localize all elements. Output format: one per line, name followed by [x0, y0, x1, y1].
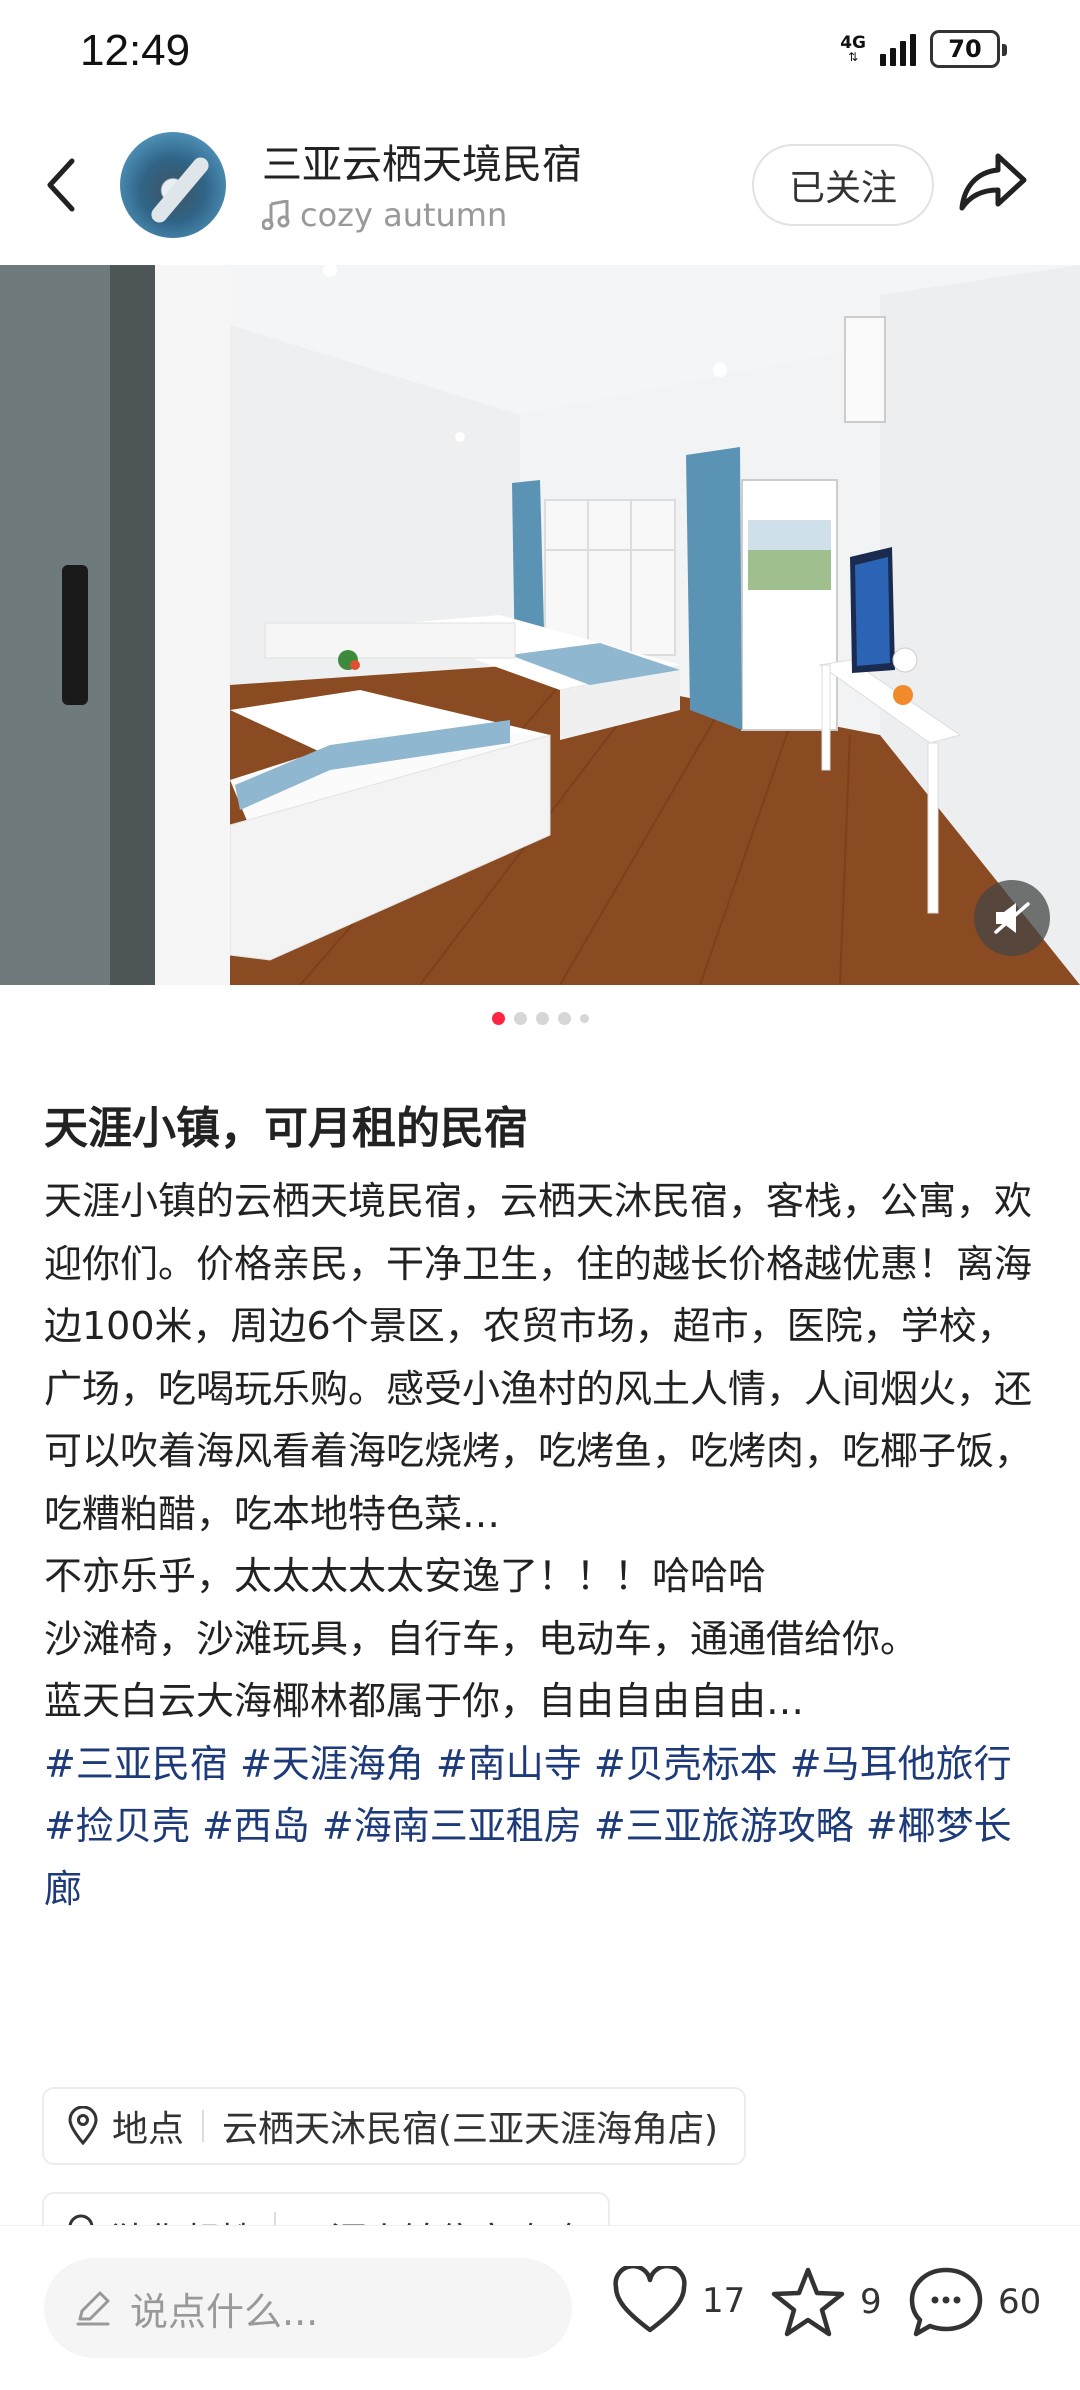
follow-button[interactable]: 已关注 [752, 144, 934, 226]
share-button[interactable] [958, 150, 1032, 220]
comment-count: 60 [998, 2282, 1042, 2322]
carousel-dot [513, 1012, 527, 1025]
location-label: 地点 [112, 2109, 185, 2150]
speaker-muted-icon [994, 902, 1030, 934]
location-value: 云栖天沐民宿(三亚天涯海角店) [222, 2109, 719, 2150]
hashtag[interactable]: #三亚民宿 [44, 1742, 228, 1786]
location-pin-icon [68, 2106, 98, 2146]
heart-icon [613, 2266, 687, 2333]
post-paragraph: 蓝天白云大海椰林都属于你，自由自由自由… [44, 1679, 805, 1723]
carousel-dot [491, 1012, 505, 1025]
post-paragraph: 沙滩椅，沙滩玩具，自行车，电动车，通通借给你。 [44, 1616, 919, 1661]
avatar[interactable] [120, 132, 226, 238]
hashtag[interactable]: #三亚旅游攻略 [594, 1804, 854, 1848]
post-title: 天涯小镇，可月租的民宿 [44, 1103, 528, 1154]
hashtag[interactable]: #海南三亚租房 [322, 1804, 582, 1848]
music-tag[interactable]: cozy autumn [262, 196, 507, 234]
signal-icon [880, 32, 916, 66]
like-count: 17 [702, 2281, 746, 2321]
data-arrows-icon: ⇅ [848, 50, 859, 64]
hashtag[interactable]: #天涯海角 [240, 1742, 424, 1786]
bottom-action-bar: 说点什么... 17 9 60 [0, 2225, 1080, 2390]
collect-button[interactable]: 9 [770, 2266, 882, 2338]
network-indicator: 4G ⇅ [840, 33, 866, 64]
note-image[interactable] [0, 265, 1080, 985]
mute-button[interactable] [974, 880, 1050, 956]
back-arrow-icon [47, 158, 75, 212]
status-bar: 12:49 4G ⇅ 70 [0, 0, 1080, 105]
hashtag[interactable]: #捡贝壳 [44, 1804, 190, 1848]
bedroom-photo [0, 265, 1080, 985]
pencil-icon [76, 2291, 110, 2326]
hashtag[interactable]: #马耳他旅行 [790, 1742, 1012, 1786]
post-body: 天涯小镇的云栖天境民宿，云栖天沐民宿，客栈，公寓，欢迎你们。价格亲民，干净卫生，… [44, 1170, 1044, 1920]
carousel-indicator [0, 1012, 1080, 1025]
star-icon [771, 2267, 845, 2337]
comment-input[interactable]: 说点什么... [44, 2258, 572, 2358]
carousel-dot [557, 1012, 571, 1025]
post-paragraph: 不亦乐乎，太太太太太安逸了！！！哈哈哈 [44, 1554, 767, 1598]
back-button[interactable] [30, 150, 90, 220]
like-button[interactable]: 17 [612, 2266, 745, 2336]
hashtag[interactable]: #南山寺 [436, 1742, 582, 1786]
post-paragraph: 天涯小镇的云栖天境民宿，云栖天沐民宿，客栈，公寓，欢迎你们。价格亲民，干净卫生，… [44, 1179, 1033, 1536]
battery-level: 70 [948, 35, 982, 63]
comment-bubble-icon [909, 2267, 983, 2337]
carousel-dot [579, 1014, 589, 1023]
status-time: 12:49 [80, 26, 191, 75]
share-arrow-icon [959, 153, 1027, 211]
music-title: cozy autumn [300, 196, 508, 234]
author-name[interactable]: 三亚云栖天境民宿 [262, 132, 582, 190]
chip-divider [202, 2110, 205, 2142]
network-label: 4G [840, 33, 866, 53]
hashtag-list: #三亚民宿 #天涯海角 #南山寺 #贝壳标本 #马耳他旅行 #捡贝壳 #西岛 #… [44, 1733, 1044, 1921]
music-note-icon [262, 200, 290, 230]
location-chip[interactable]: 地点 云栖天沐民宿(三亚天涯海角店) [42, 2087, 747, 2165]
hashtag[interactable]: #西岛 [202, 1804, 310, 1848]
hashtag[interactable]: #贝壳标本 [594, 1742, 778, 1786]
status-icons: 4G ⇅ 70 [840, 30, 1007, 68]
battery-icon: 70 [930, 30, 1007, 68]
comment-button[interactable]: 60 [908, 2266, 1041, 2338]
carousel-dot [535, 1012, 549, 1025]
note-header: 三亚云栖天境民宿 cozy autumn 已关注 [0, 120, 1080, 250]
collect-count: 9 [860, 2282, 882, 2322]
comment-placeholder: 说点什么... [130, 2289, 319, 2334]
